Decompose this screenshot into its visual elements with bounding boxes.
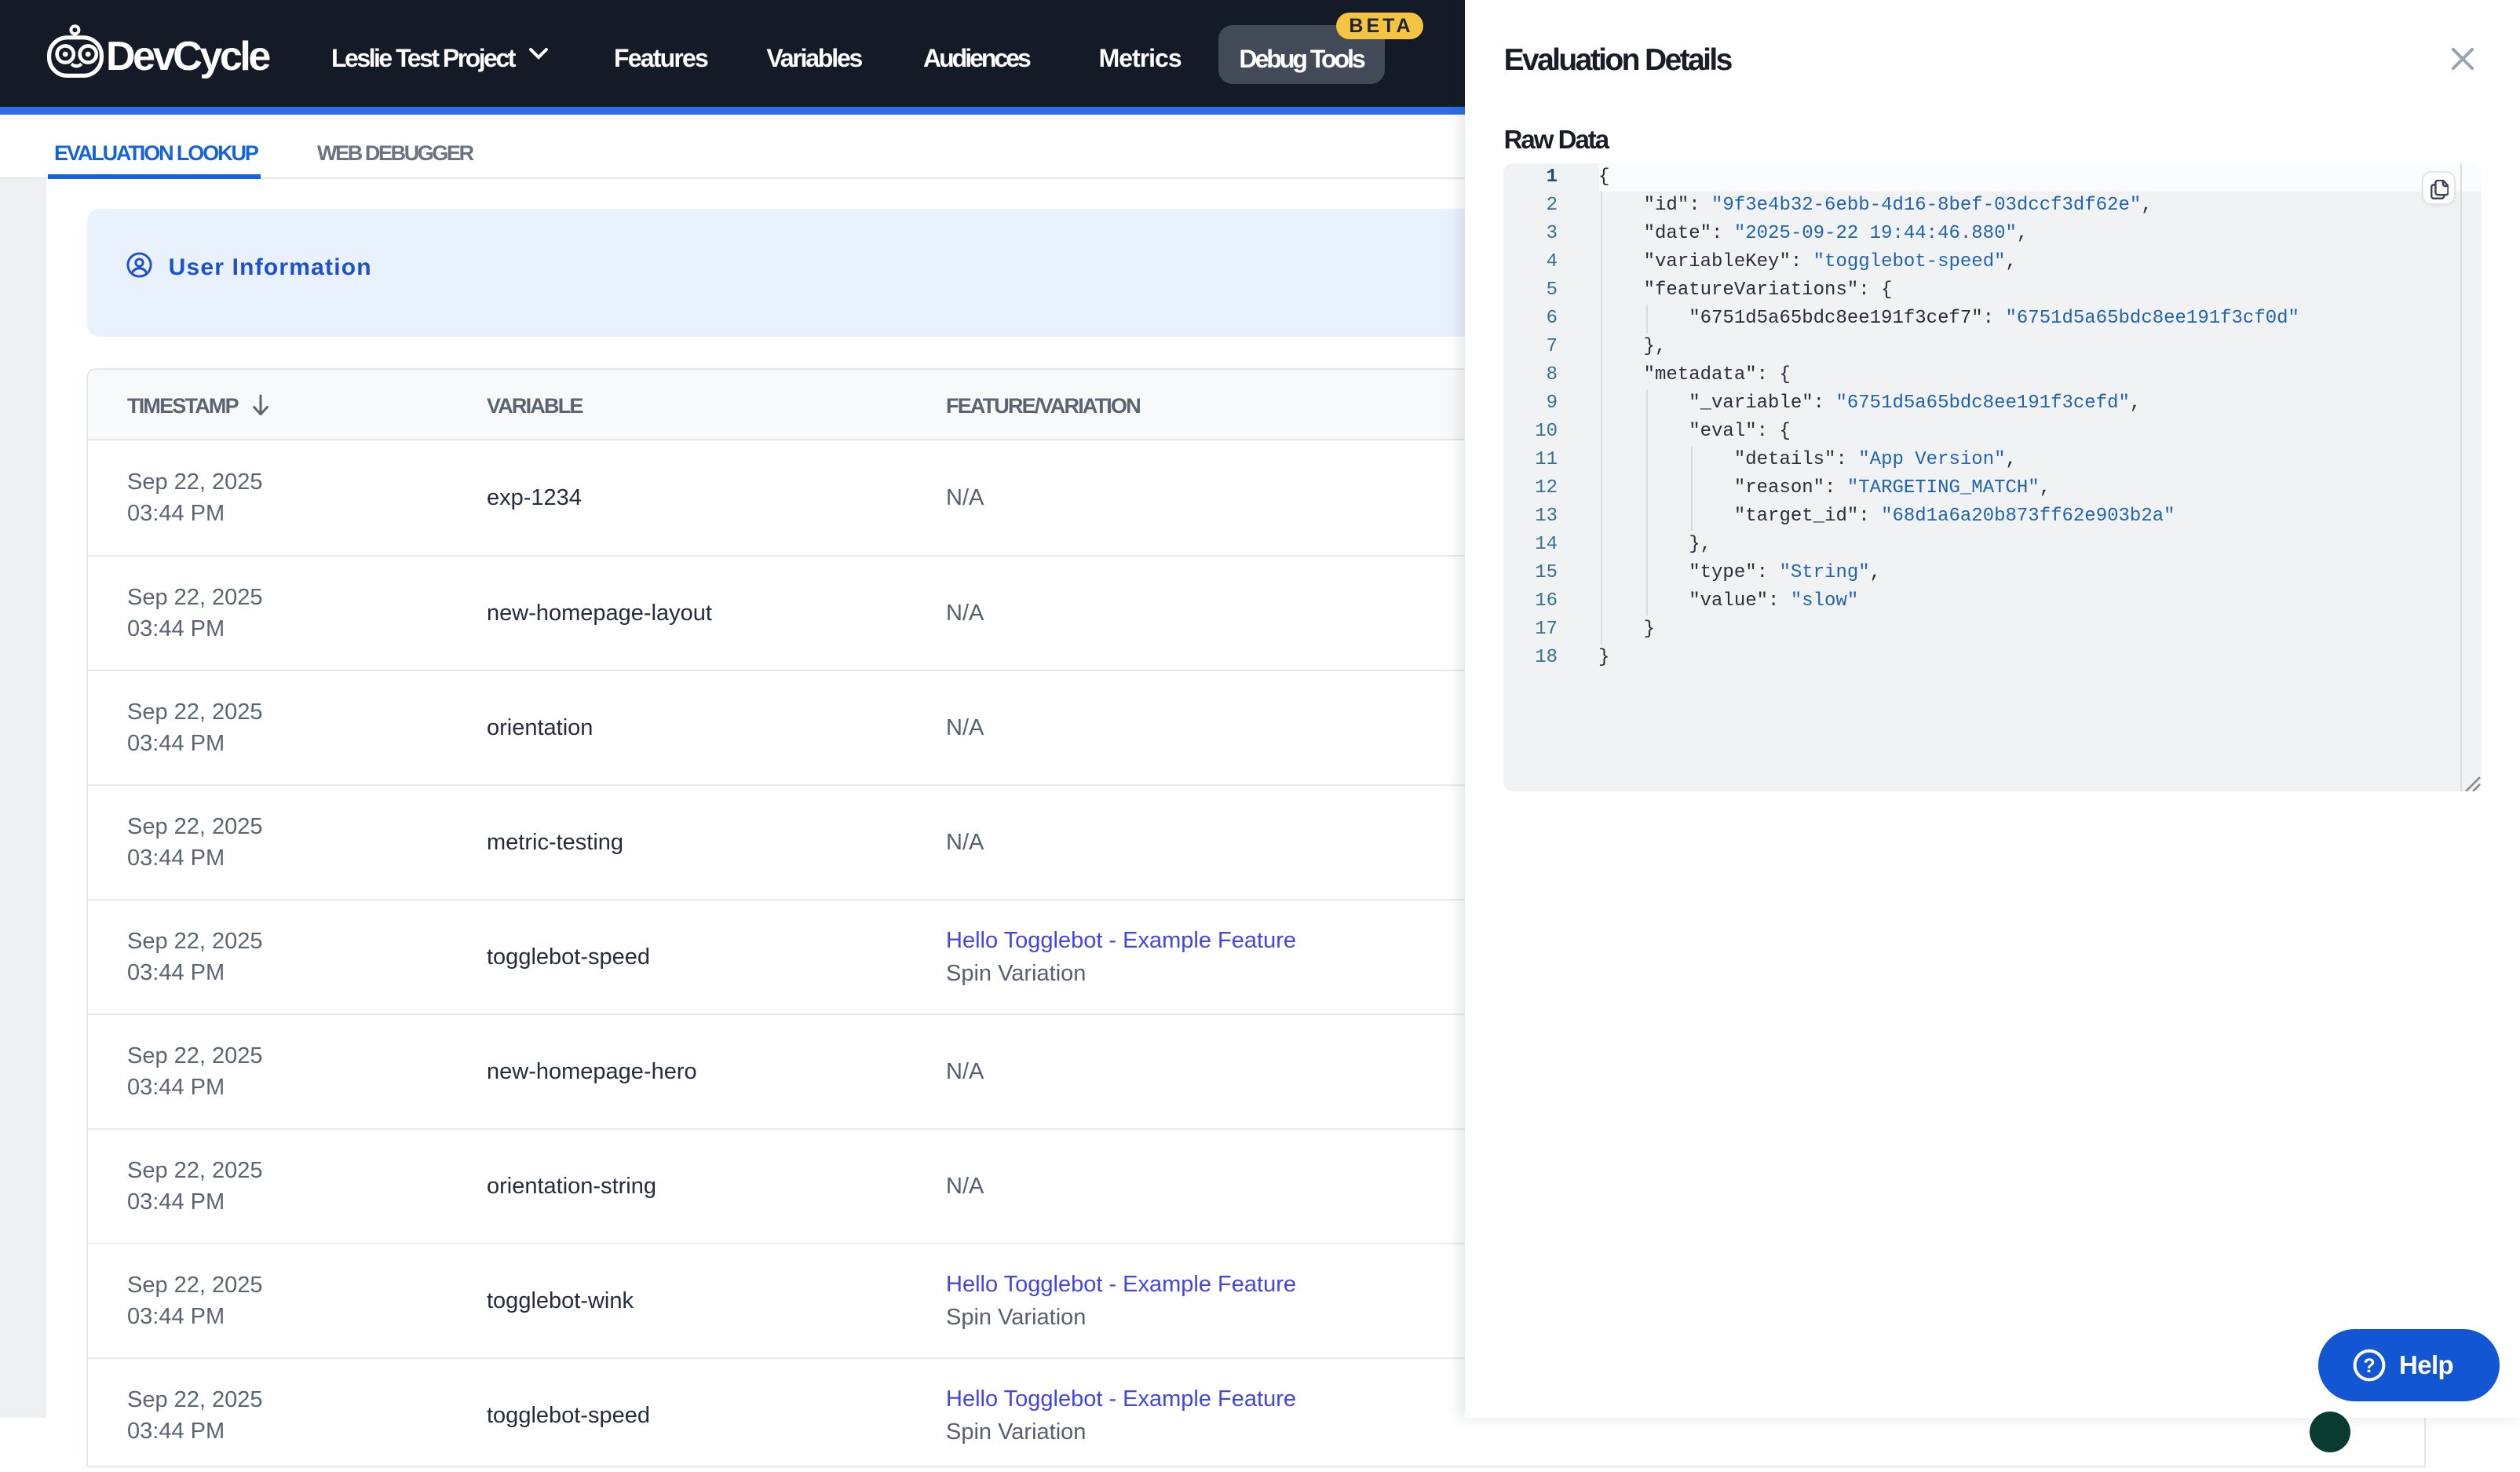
svg-text:?: ? — [2364, 1355, 2376, 1377]
